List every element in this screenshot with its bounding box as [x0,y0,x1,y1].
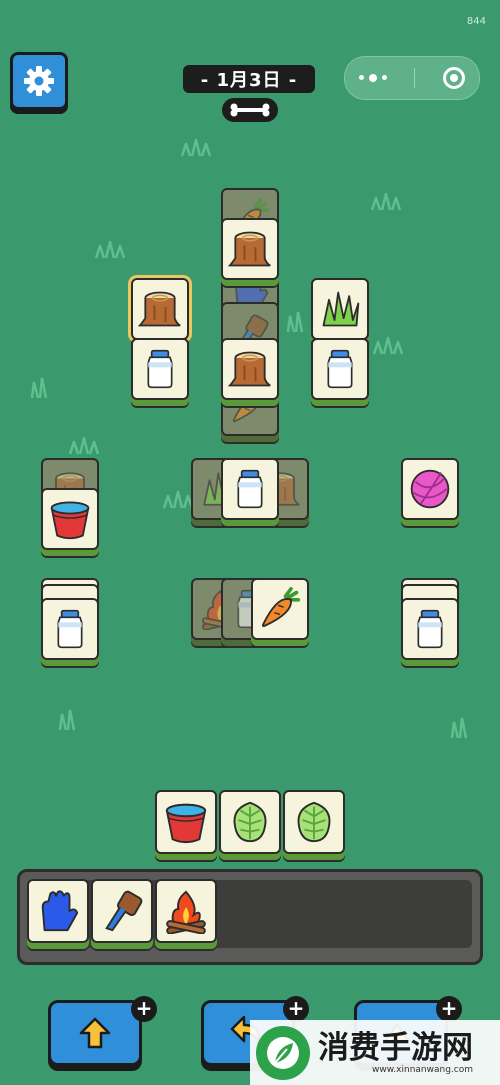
milk-icon [237,469,263,509]
tile-yarn[interactable] [401,458,459,520]
bone-badge [222,98,278,122]
tile-stump[interactable] [128,275,192,343]
grass-icon [322,291,360,327]
mini-program-capsule [344,56,480,100]
carrot-icon [261,587,301,628]
campfire-icon [165,890,207,934]
stump-icon [228,231,272,267]
tile-stump[interactable] [221,338,279,400]
milk-icon [147,349,173,389]
watermark-title: 消费手游网 [318,1029,473,1066]
staging-tile-cabbage[interactable] [219,790,281,854]
tile-bucket[interactable] [41,488,99,550]
grass-tuft-decoration [30,377,48,399]
watermark: 消费手游网 www.xinnanwang.com [250,1020,500,1085]
stump-icon [138,291,182,327]
move-out-icon [79,1017,111,1049]
capsule-divider [414,68,416,88]
target-icon[interactable] [443,67,466,89]
milk-icon [57,609,83,649]
staging-tile-cabbage[interactable] [283,790,345,854]
tray-slot-brush [91,879,153,943]
gear-icon [24,66,54,96]
bone-icon [230,103,270,117]
tile-milk[interactable] [221,458,279,520]
milk-icon [327,349,353,389]
grass-tuft-decoration [58,709,76,731]
move-out-button[interactable] [48,1000,142,1066]
glove-icon [41,890,79,932]
tray-slot-campfire [155,879,217,943]
add-move-out-icon[interactable]: + [131,996,157,1022]
bucket-icon [165,803,207,844]
tile-milk[interactable] [41,598,99,660]
stump-icon [228,351,272,387]
yarn-icon [410,469,450,509]
corner-number: 844 [466,16,486,27]
watermark-url: www.xinnanwang.com [372,1064,473,1075]
settings-button[interactable] [10,52,68,110]
tile-milk[interactable] [311,338,369,400]
grass-tuft-decoration [286,311,304,333]
bucket-icon [50,501,90,540]
milk-icon [417,609,443,649]
grass-tuft-decoration [370,192,402,211]
cabbage-icon [233,801,267,843]
add-undo-icon[interactable]: + [283,996,309,1022]
cabbage-icon [297,801,331,843]
date-label: - 1月3日 - [183,65,315,93]
tile-grass[interactable] [311,278,369,340]
add-shuffle-icon[interactable]: + [436,996,462,1022]
tile-milk[interactable] [401,598,459,660]
tile-stump[interactable] [221,218,279,280]
grass-tuft-decoration [180,138,212,157]
tile-carrot[interactable] [251,578,309,640]
brush-icon [105,889,144,932]
more-dots-icon[interactable] [358,73,387,82]
grass-tuft-decoration [450,717,468,739]
tile-milk[interactable] [131,338,189,400]
leaf-logo-icon [256,1025,310,1080]
tray-slot-glove [27,879,89,943]
grass-tuft-decoration [94,240,126,259]
grass-tuft-decoration [372,336,404,355]
grass-tuft-decoration [68,436,100,455]
staging-tile-bucket[interactable] [155,790,217,854]
